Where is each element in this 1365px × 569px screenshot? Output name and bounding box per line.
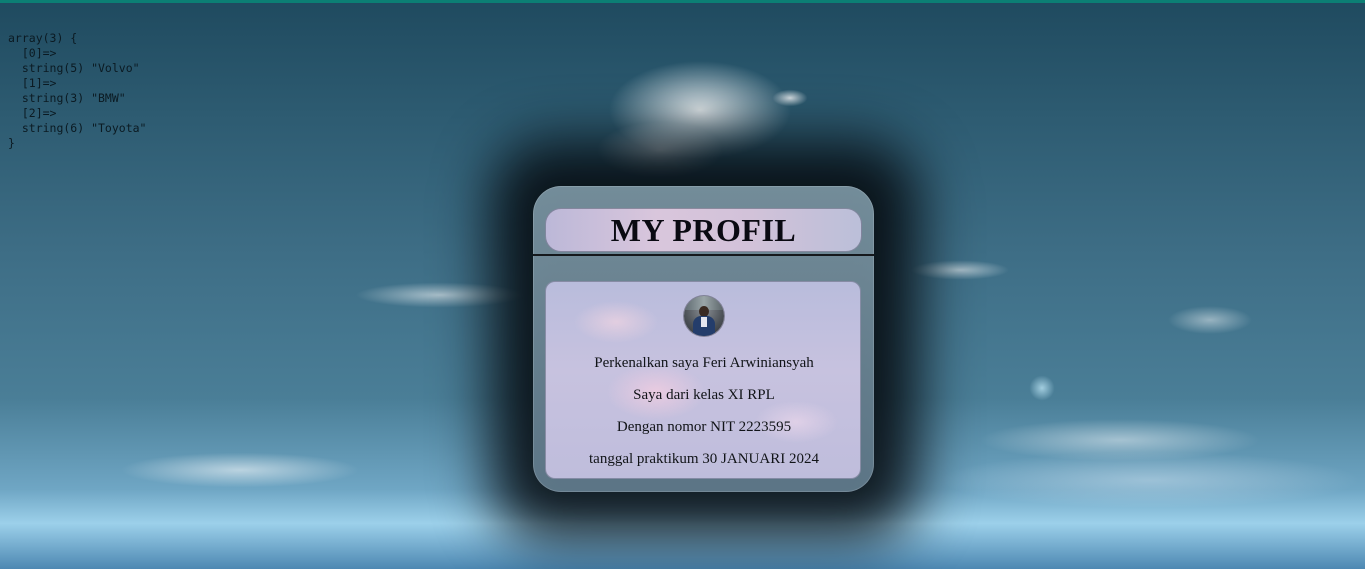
profile-intro-line: Perkenalkan saya Feri Arwiniansyah: [594, 355, 814, 371]
profile-date-line: tanggal praktikum 30 JANUARI 2024: [589, 451, 819, 467]
profile-info-lines: Perkenalkan saya Feri Arwiniansyah Saya …: [546, 354, 862, 482]
profile-content-box: Perkenalkan saya Feri Arwiniansyah Saya …: [545, 281, 861, 479]
profile-nit-line: Dengan nomor NIT 2223595: [616, 419, 792, 435]
profile-class-line: Saya dari kelas XI RPL: [633, 387, 775, 403]
avatar-shirt: [701, 317, 707, 327]
profile-card: MY PROFIL Perkenalkan saya Feri Arwinian…: [533, 186, 874, 492]
top-accent-bar: [0, 0, 1365, 3]
profile-title-banner: MY PROFIL: [545, 208, 862, 252]
avatar: [684, 296, 724, 336]
php-var-dump-output: array(3) { [0]=> string(5) "Volvo" [1]=>…: [8, 31, 147, 150]
page-title: MY PROFIL: [610, 211, 797, 248]
title-divider: [533, 254, 874, 256]
